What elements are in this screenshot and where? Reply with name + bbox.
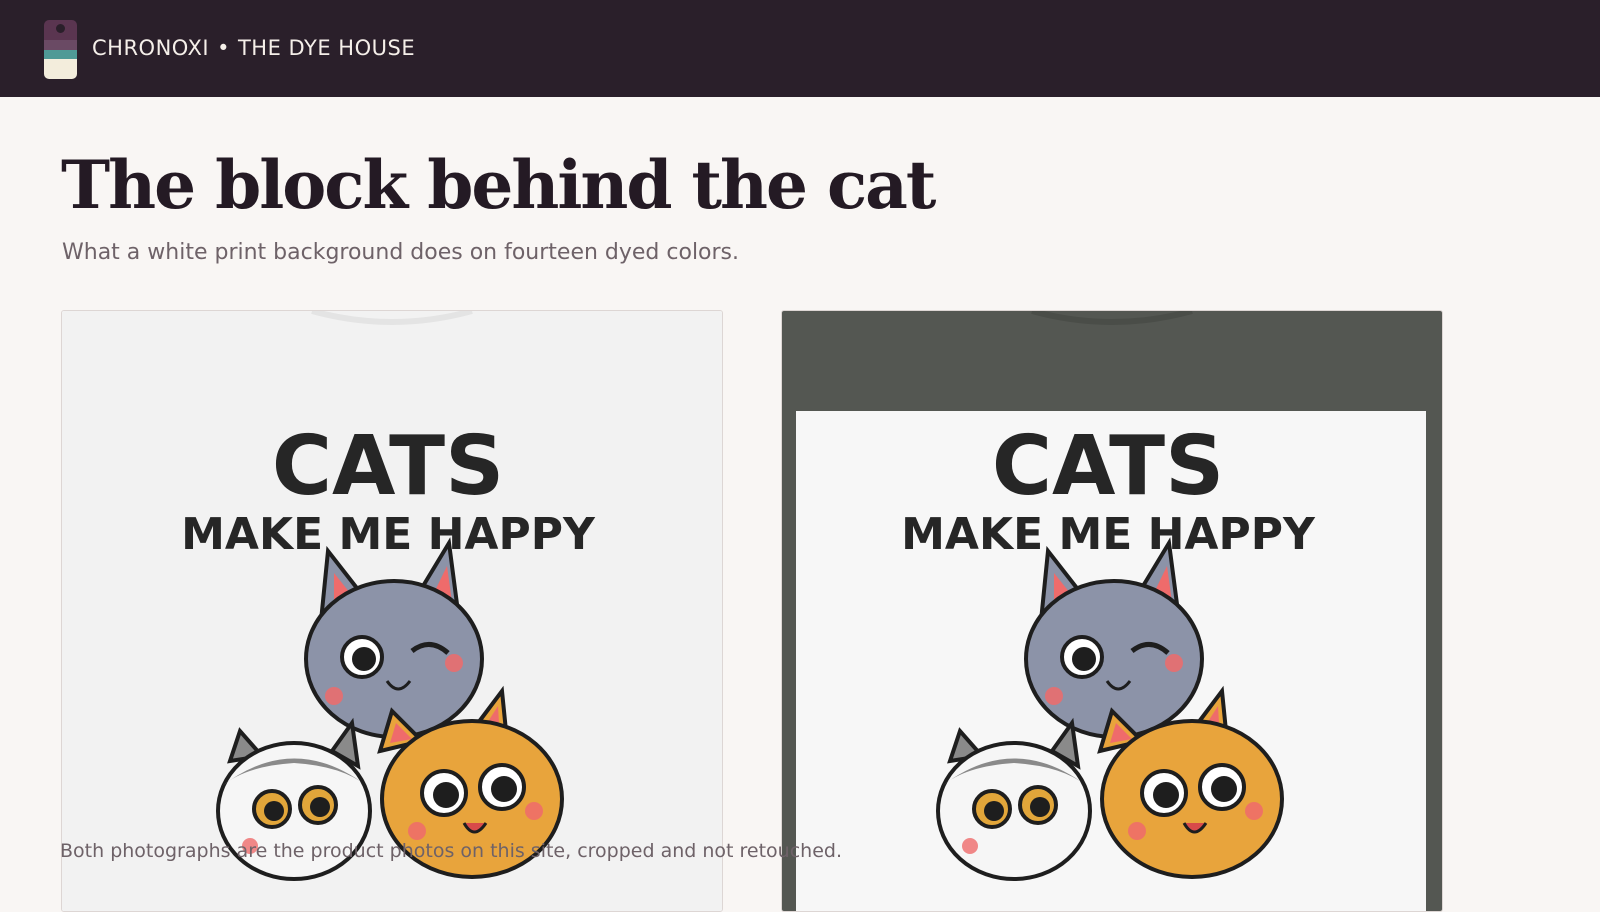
product-photo-light-shirt: CATS MAKE ME HAPPY: [61, 310, 723, 912]
dark-shirt-illustration: CATS MAKE ME HAPPY: [782, 311, 1442, 911]
brand-name: CHRONOXI: [92, 36, 210, 60]
print-line-2: MAKE ME HAPPY: [181, 509, 596, 560]
page-title: The block behind the cat: [61, 146, 936, 224]
section-name: THE DYE HOUSE: [237, 36, 416, 60]
print-line-1: CATS: [272, 419, 504, 514]
brand-link[interactable]: CHRONOXI • THE DYE HOUSE: [92, 35, 415, 61]
brand-logo-icon[interactable]: [44, 20, 77, 79]
print-line-1: CATS: [992, 419, 1224, 514]
product-photo-dark-shirt: CATS MAKE ME HAPPY: [781, 310, 1443, 912]
photo-caption: Both photographs are the product photos …: [60, 840, 842, 862]
page-subtitle: What a white print background does on fo…: [62, 240, 740, 265]
brand-separator: •: [217, 36, 230, 60]
top-bar: CHRONOXI • THE DYE HOUSE: [0, 0, 1600, 97]
light-shirt-illustration: CATS MAKE ME HAPPY: [62, 311, 722, 911]
print-line-2: MAKE ME HAPPY: [901, 509, 1316, 560]
